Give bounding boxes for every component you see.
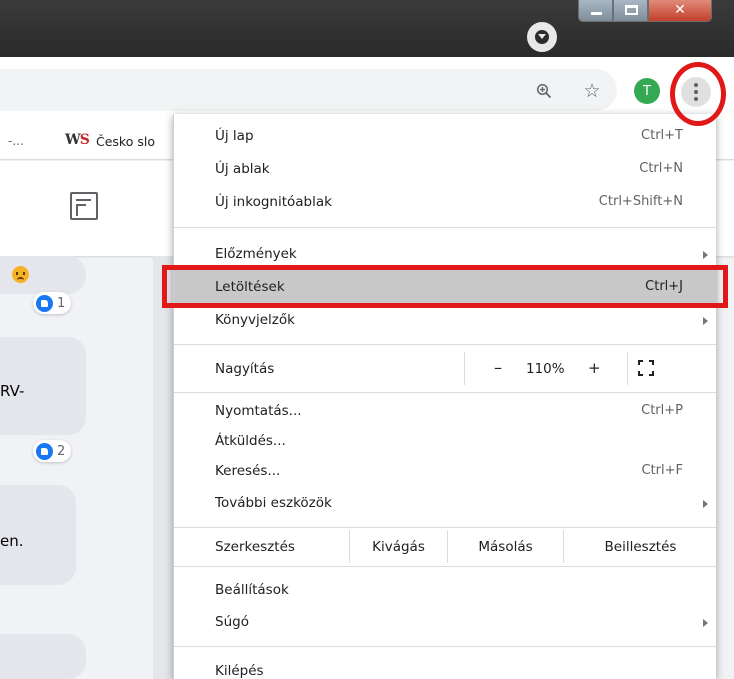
like-icon bbox=[36, 294, 53, 312]
copy-button[interactable]: Másolás bbox=[447, 530, 563, 563]
menu-item-new-incognito[interactable]: Új inkognitóablak Ctrl+Shift+N bbox=[174, 185, 717, 218]
zoom-icon[interactable] bbox=[532, 79, 556, 103]
submenu-arrow-icon bbox=[703, 619, 708, 627]
menu-separator bbox=[174, 646, 717, 647]
address-bar[interactable] bbox=[0, 69, 617, 111]
annotation-circle bbox=[670, 62, 726, 126]
menu-item-cast[interactable]: Átküldés... bbox=[174, 424, 717, 457]
menu-item-print[interactable]: Nyomtatás... Ctrl+P bbox=[174, 394, 717, 427]
menu-item-shortcut: Ctrl+T bbox=[641, 128, 683, 143]
profile-avatar[interactable]: T bbox=[634, 78, 660, 104]
menu-item-label: Új lap bbox=[215, 128, 254, 144]
menu-separator bbox=[174, 227, 717, 228]
submenu-arrow-icon bbox=[703, 317, 708, 325]
page-side-rail bbox=[153, 256, 173, 679]
ws-favicon-icon: WS bbox=[65, 132, 90, 148]
minimize-icon bbox=[591, 12, 602, 15]
menu-item-label: Új inkognitóablak bbox=[215, 194, 332, 210]
chrome-main-menu: Új lap Ctrl+T Új ablak Ctrl+N Új inkogni… bbox=[173, 114, 717, 679]
submenu-arrow-icon bbox=[703, 500, 708, 508]
menu-item-label: Új ablak bbox=[215, 161, 270, 177]
menu-item-label: Előzmények bbox=[215, 246, 297, 262]
comment-bubble bbox=[0, 634, 86, 679]
maximize-icon bbox=[625, 5, 638, 15]
fullscreen-icon[interactable] bbox=[638, 360, 654, 376]
tab-search-button[interactable] bbox=[527, 22, 557, 52]
paste-button[interactable]: Beillesztés bbox=[563, 530, 717, 563]
zoom-in-button[interactable]: + bbox=[588, 359, 601, 377]
menu-item-new-window[interactable]: Új ablak Ctrl+N bbox=[174, 152, 717, 185]
menu-item-settings[interactable]: Beállítások bbox=[174, 573, 717, 606]
submenu-arrow-icon bbox=[703, 251, 708, 259]
menu-separator bbox=[174, 392, 717, 393]
zoom-level: 110% bbox=[526, 361, 565, 377]
menu-item-find[interactable]: Keresés... Ctrl+F bbox=[174, 454, 717, 487]
menu-item-label: Kilépés bbox=[215, 663, 264, 679]
maximize-button[interactable] bbox=[613, 0, 648, 22]
menu-item-new-tab[interactable]: Új lap Ctrl+T bbox=[174, 119, 717, 152]
menu-item-more-tools[interactable]: További eszközök bbox=[174, 486, 717, 519]
menu-item-edit: Szerkesztés Kivágás Másolás Beillesztés bbox=[174, 530, 717, 563]
sad-emoji-icon bbox=[12, 266, 29, 283]
menu-separator bbox=[174, 527, 717, 528]
reaction-count: 1 bbox=[57, 295, 66, 311]
menu-item-label: Súgó bbox=[215, 614, 249, 630]
menu-item-exit[interactable]: Kilépés bbox=[174, 654, 717, 679]
menu-item-label: Nagyítás bbox=[215, 361, 275, 377]
menu-item-help[interactable]: Súgó bbox=[174, 605, 717, 638]
menu-item-label: Nyomtatás... bbox=[215, 403, 302, 419]
menu-separator bbox=[174, 344, 717, 345]
zoom-divider bbox=[464, 352, 465, 385]
menu-item-label: Könyvjelzők bbox=[215, 312, 295, 328]
chevron-down-icon bbox=[538, 34, 546, 39]
annotation-rectangle bbox=[162, 265, 728, 308]
menu-item-label: Beállítások bbox=[215, 582, 289, 598]
menu-item-shortcut: Ctrl+F bbox=[641, 463, 683, 478]
menu-item-shortcut: Ctrl+N bbox=[639, 161, 683, 176]
reaction-count: 2 bbox=[57, 443, 66, 459]
reaction-badge[interactable]: 2 bbox=[33, 440, 72, 462]
window-controls: ✕ bbox=[578, 0, 712, 22]
like-icon bbox=[36, 442, 53, 460]
bookmark-star-icon[interactable]: ☆ bbox=[580, 79, 604, 103]
site-logo-icon bbox=[70, 192, 98, 220]
menu-item-shortcut: Ctrl+P bbox=[641, 403, 683, 418]
menu-item-label: Keresés... bbox=[215, 463, 281, 479]
reaction-badge[interactable]: 1 bbox=[33, 292, 72, 314]
close-button[interactable]: ✕ bbox=[648, 0, 712, 22]
cut-button[interactable]: Kivágás bbox=[349, 530, 447, 563]
close-icon: ✕ bbox=[674, 2, 686, 18]
zoom-divider bbox=[627, 352, 628, 385]
comment-text: RV- bbox=[0, 382, 25, 400]
profile-initial: T bbox=[643, 83, 651, 99]
menu-item-label: Szerkesztés bbox=[215, 539, 295, 555]
menu-item-label: További eszközök bbox=[215, 495, 332, 511]
comment-text: en. bbox=[0, 532, 24, 550]
bookmark-item-truncated[interactable]: -... bbox=[8, 134, 24, 148]
bookmark-item-cesko[interactable]: Česko slo bbox=[96, 134, 155, 149]
menu-item-shortcut: Ctrl+Shift+N bbox=[598, 194, 683, 209]
menu-item-zoom: Nagyítás – 110% + bbox=[174, 352, 717, 385]
menu-item-label: Átküldés... bbox=[215, 433, 286, 449]
zoom-out-button[interactable]: – bbox=[494, 358, 502, 377]
title-bar: ✕ bbox=[0, 0, 734, 57]
minimize-button[interactable] bbox=[578, 0, 613, 22]
menu-separator bbox=[174, 566, 717, 567]
